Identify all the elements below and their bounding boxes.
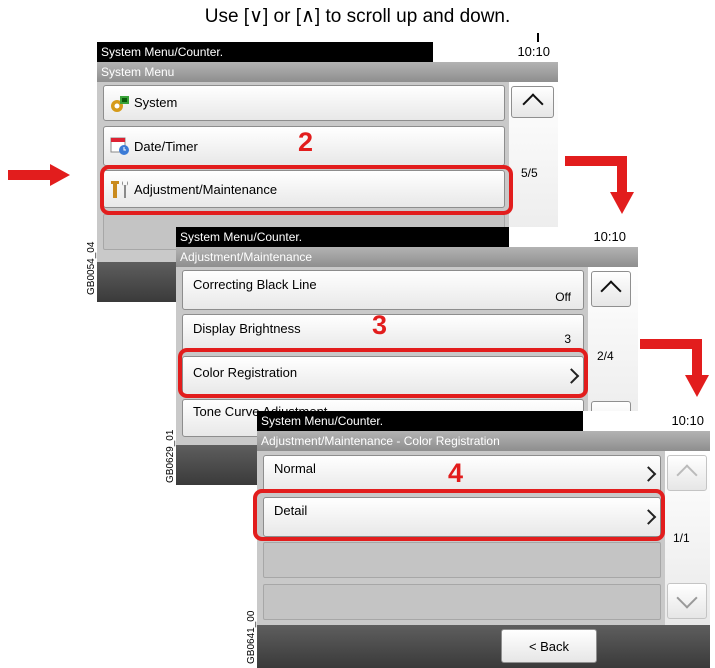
scroll-up-button[interactable] [511,86,554,118]
step-number-4: 4 [448,458,464,488]
instruction-caption: Use [∨] or [∧] to scroll up and down. [204,6,511,27]
subtitle-bar: Adjustment/Maintenance [176,247,638,267]
menu-item-label: Correcting Black Line [193,277,317,292]
empty-row [263,542,661,578]
chevron-up-icon [676,464,698,486]
menu-item-label: System [134,95,178,110]
menu-item-label: Normal [274,461,316,476]
system-icon [110,93,130,113]
red-arrow-turn-2 [640,335,710,399]
clock: 10:10 [671,413,704,428]
back-button[interactable]: < Back [501,629,597,663]
title-bar: System Menu/Counter. 10:10 [176,227,638,247]
red-arrow-turn-1 [565,152,635,216]
menu-item-value: 3 [564,332,571,346]
red-arrow-left [8,164,70,186]
highlight-detail [253,489,665,541]
scroll-down-button-disabled [667,583,707,619]
scroll-up-button[interactable] [591,271,631,307]
date-timer-icon [110,136,130,156]
highlight-adjustment-maintenance [100,165,513,215]
back-button-label: < Back [528,639,570,654]
menu-item-correcting-black-line[interactable]: Correcting Black Line Off [182,270,584,310]
page-indicator: 2/4 [597,349,614,363]
scroll-up-button-disabled [667,455,707,491]
highlight-color-registration [178,348,588,398]
step-number-3: 3 [372,310,388,340]
title-text: System Menu/Counter. [176,227,509,247]
menu-item-label: Date/Timer [134,139,198,154]
figure-code: GB0054_04 [86,241,97,295]
step-number-2: 2 [298,127,314,157]
clock: 10:10 [517,44,550,59]
page-indicator: 1/1 [673,531,690,545]
subtitle-bar: System Menu [97,62,558,82]
chevron-down-icon [676,586,698,609]
chevron-right-icon [640,466,657,482]
chevron-up-icon [521,92,544,115]
title-text: System Menu/Counter. [97,42,433,62]
bottom-bar: < Back [257,625,710,668]
figure-code: GB0629_01 [165,429,176,483]
chevron-up-icon [600,280,622,302]
clock: 10:10 [593,229,626,244]
empty-row [263,584,661,620]
title-bar: System Menu/Counter. 10:10 [257,411,710,431]
menu-item-system[interactable]: System [103,85,505,121]
menu-item-label: Display Brightness [193,321,301,336]
page-indicator: 5/5 [521,166,538,180]
figure-code: GB0641_00 [246,610,257,664]
menu-item-value: Off [555,290,571,304]
subtitle-bar: Adjustment/Maintenance - Color Registrat… [257,431,710,451]
title-text: System Menu/Counter. [257,411,583,431]
title-bar: System Menu/Counter. 10:10 [97,42,558,62]
